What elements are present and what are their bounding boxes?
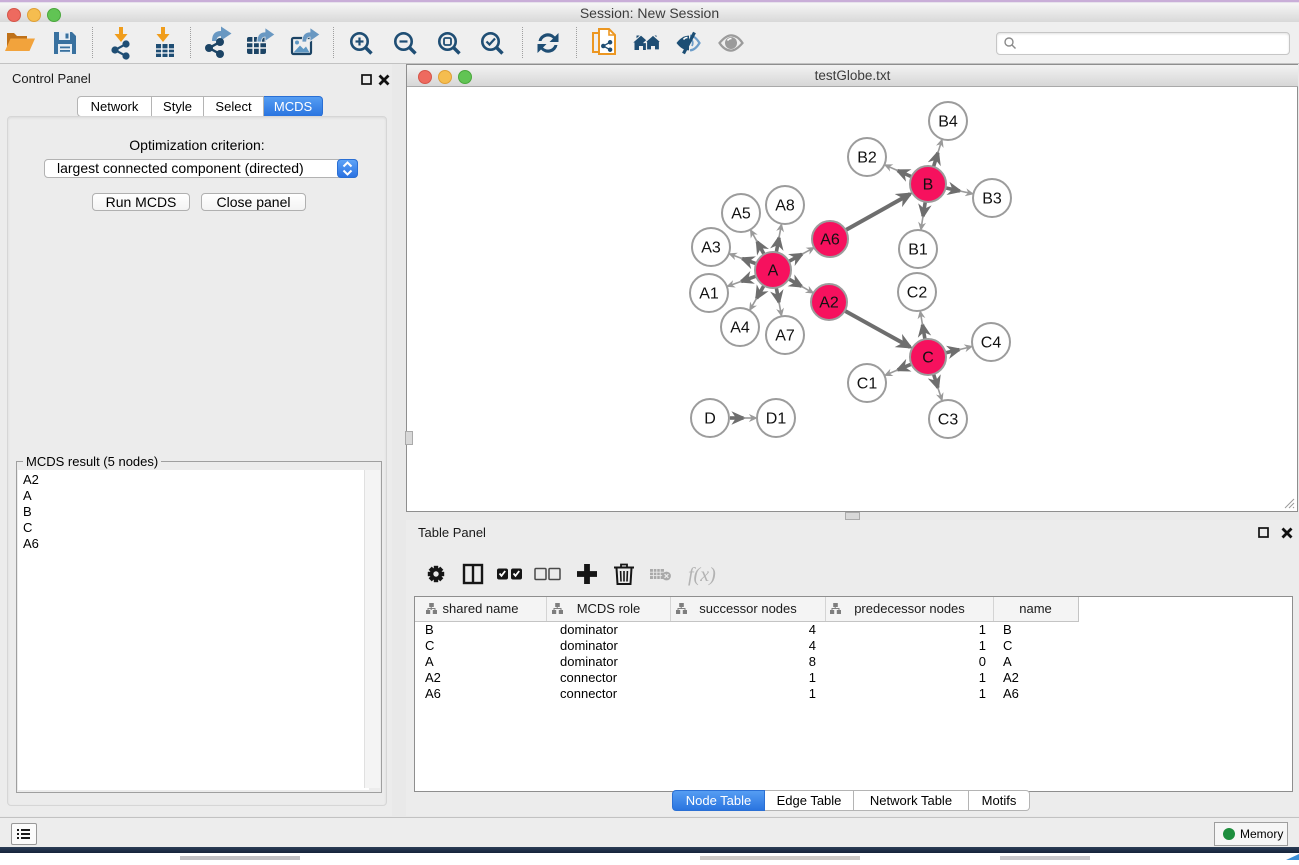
svg-text:B2: B2: [857, 150, 877, 167]
svg-text:B3: B3: [982, 191, 1002, 208]
svg-text:A6: A6: [820, 232, 840, 249]
svg-text:A4: A4: [730, 320, 750, 337]
svg-text:D1: D1: [766, 411, 787, 428]
svg-text:A1: A1: [699, 286, 719, 303]
svg-text:A2: A2: [819, 295, 839, 312]
svg-text:D: D: [704, 411, 716, 428]
svg-text:B: B: [923, 177, 934, 194]
svg-text:C2: C2: [907, 285, 928, 302]
svg-text:B4: B4: [938, 114, 958, 131]
svg-text:A: A: [768, 263, 779, 280]
svg-text:A8: A8: [775, 198, 795, 215]
svg-text:B1: B1: [908, 242, 928, 259]
svg-text:A7: A7: [775, 328, 795, 345]
svg-text:f(x): f(x): [688, 564, 716, 586]
svg-text:A5: A5: [731, 206, 751, 223]
svg-text:C4: C4: [981, 335, 1002, 352]
svg-text:A3: A3: [701, 240, 721, 257]
svg-text:C: C: [922, 350, 934, 367]
svg-text:C1: C1: [857, 376, 878, 393]
svg-text:C3: C3: [938, 412, 959, 429]
